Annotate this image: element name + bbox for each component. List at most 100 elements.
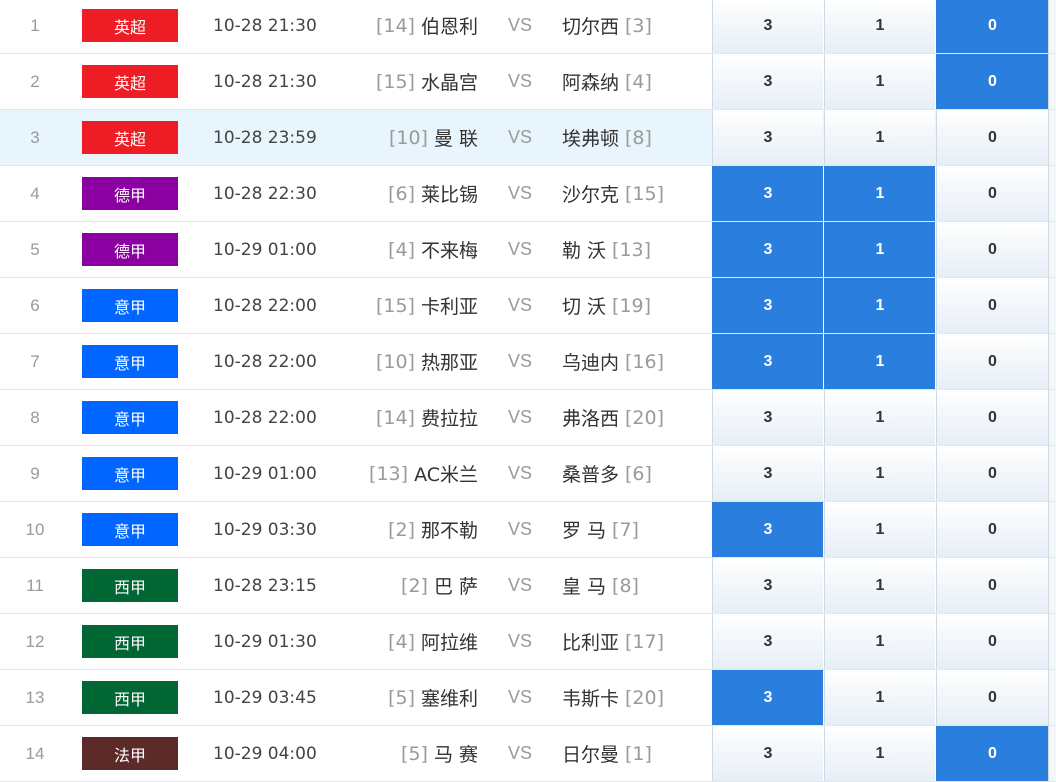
league-badge[interactable]: 英超 <box>82 65 178 98</box>
league-badge[interactable]: 意甲 <box>82 289 178 322</box>
league-badge[interactable]: 西甲 <box>82 625 178 658</box>
away-team-rank: [20] <box>625 686 665 709</box>
odds-draw-button[interactable]: 1 <box>824 110 935 165</box>
odds-draw-button[interactable]: 1 <box>824 54 935 109</box>
odds-win-button[interactable]: 3 <box>712 334 823 389</box>
home-team[interactable]: [4] 不来梅 <box>320 222 478 277</box>
odds-draw-button[interactable]: 1 <box>824 726 935 781</box>
home-team-name: 那不勒 <box>420 520 478 542</box>
away-team-rank: [17] <box>625 630 665 653</box>
away-team[interactable]: 切尔西 [3] <box>562 0 712 53</box>
odds-loss-button[interactable]: 0 <box>936 502 1048 557</box>
league-badge[interactable]: 意甲 <box>82 513 178 546</box>
league-badge[interactable]: 意甲 <box>82 457 178 490</box>
odds-win-button[interactable]: 3 <box>712 110 823 165</box>
odds-draw-button[interactable]: 1 <box>824 614 935 669</box>
home-team[interactable]: [6] 莱比锡 <box>320 166 478 221</box>
home-team[interactable]: [2] 巴 萨 <box>320 558 478 613</box>
league-cell: 德甲 <box>82 166 178 221</box>
home-team-rank: [13] <box>369 462 409 485</box>
home-team[interactable]: [15] 水晶宫 <box>320 54 478 109</box>
home-team[interactable]: [10] 曼 联 <box>320 110 478 165</box>
away-team[interactable]: 沙尔克 [15] <box>562 166 712 221</box>
league-badge[interactable]: 意甲 <box>82 401 178 434</box>
league-badge[interactable]: 西甲 <box>82 681 178 714</box>
odds-draw-button[interactable]: 1 <box>824 558 935 613</box>
odds-loss-button[interactable]: 0 <box>936 166 1048 221</box>
odds-win-button[interactable]: 3 <box>712 558 823 613</box>
odds-loss-button[interactable]: 0 <box>936 670 1048 725</box>
odds-loss-button[interactable]: 0 <box>936 726 1048 781</box>
odds-loss-button[interactable]: 0 <box>936 446 1048 501</box>
away-team-rank: [1] <box>625 742 652 765</box>
match-row: 4 德甲 10-28 22:30 [6] 莱比锡 VS 沙尔克 [15] 3 1… <box>0 166 1056 222</box>
league-badge[interactable]: 意甲 <box>82 345 178 378</box>
league-cell: 意甲 <box>82 502 178 557</box>
away-team[interactable]: 比利亚 [17] <box>562 614 712 669</box>
vs-label: VS <box>507 71 532 91</box>
away-team[interactable]: 乌迪内 [16] <box>562 334 712 389</box>
odds-win-button[interactable]: 3 <box>712 166 823 221</box>
away-team[interactable]: 桑普多 [6] <box>562 446 712 501</box>
odds-win-button[interactable]: 3 <box>712 54 823 109</box>
match-row: 9 意甲 10-29 01:00 [13] AC米兰 VS 桑普多 [6] 3 … <box>0 446 1056 502</box>
away-team[interactable]: 阿森纳 [4] <box>562 54 712 109</box>
home-team-name: 水晶宫 <box>420 72 478 94</box>
home-team[interactable]: [13] AC米兰 <box>320 446 478 501</box>
odds-draw-button[interactable]: 1 <box>824 222 935 277</box>
league-badge[interactable]: 德甲 <box>82 233 178 266</box>
row-edge <box>1048 0 1056 53</box>
league-badge[interactable]: 英超 <box>82 9 178 42</box>
away-team[interactable]: 韦斯卡 [20] <box>562 670 712 725</box>
away-team[interactable]: 皇 马 [8] <box>562 558 712 613</box>
odds-draw-button[interactable]: 1 <box>824 278 935 333</box>
odds-win-button[interactable]: 3 <box>712 222 823 277</box>
odds-loss-button[interactable]: 0 <box>936 278 1048 333</box>
home-team[interactable]: [14] 费拉拉 <box>320 390 478 445</box>
league-cell: 法甲 <box>82 726 178 781</box>
odds-loss-button[interactable]: 0 <box>936 0 1048 53</box>
odds-win-button[interactable]: 3 <box>712 614 823 669</box>
odds-draw-button[interactable]: 1 <box>824 390 935 445</box>
odds-win-button[interactable]: 3 <box>712 278 823 333</box>
home-team[interactable]: [2] 那不勒 <box>320 502 478 557</box>
match-index: 4 <box>30 183 40 203</box>
odds-loss-button[interactable]: 0 <box>936 222 1048 277</box>
odds-loss-button[interactable]: 0 <box>936 558 1048 613</box>
away-team[interactable]: 日尔曼 [1] <box>562 726 712 781</box>
odds-draw-button[interactable]: 1 <box>824 670 935 725</box>
odds-win-button[interactable]: 3 <box>712 390 823 445</box>
odds-win-button[interactable]: 3 <box>712 446 823 501</box>
odds-win-button[interactable]: 3 <box>712 726 823 781</box>
odds-loss-button[interactable]: 0 <box>936 614 1048 669</box>
odds-win-button[interactable]: 3 <box>712 502 823 557</box>
home-team[interactable]: [15] 卡利亚 <box>320 278 478 333</box>
odds-loss-button[interactable]: 0 <box>936 110 1048 165</box>
away-team[interactable]: 切 沃 [19] <box>562 278 712 333</box>
league-badge[interactable]: 法甲 <box>82 737 178 770</box>
home-team[interactable]: [5] 马 赛 <box>320 726 478 781</box>
away-team-rank: [7] <box>612 518 639 541</box>
odds-draw-button[interactable]: 1 <box>824 166 935 221</box>
odds-draw-button[interactable]: 1 <box>824 0 935 53</box>
match-row: 1 英超 10-28 21:30 [14] 伯恩利 VS 切尔西 [3] 3 1… <box>0 0 1056 54</box>
away-team[interactable]: 弗洛西 [20] <box>562 390 712 445</box>
away-team[interactable]: 罗 马 [7] <box>562 502 712 557</box>
away-team[interactable]: 勒 沃 [13] <box>562 222 712 277</box>
home-team[interactable]: [14] 伯恩利 <box>320 0 478 53</box>
odds-win-button[interactable]: 3 <box>712 0 823 53</box>
odds-draw-button[interactable]: 1 <box>824 446 935 501</box>
home-team[interactable]: [4] 阿拉维 <box>320 614 478 669</box>
odds-draw-button[interactable]: 1 <box>824 502 935 557</box>
odds-win-button[interactable]: 3 <box>712 670 823 725</box>
odds-loss-button[interactable]: 0 <box>936 334 1048 389</box>
away-team[interactable]: 埃弗顿 [8] <box>562 110 712 165</box>
odds-draw-button[interactable]: 1 <box>824 334 935 389</box>
odds-loss-button[interactable]: 0 <box>936 390 1048 445</box>
home-team[interactable]: [10] 热那亚 <box>320 334 478 389</box>
odds-loss-button[interactable]: 0 <box>936 54 1048 109</box>
league-badge[interactable]: 西甲 <box>82 569 178 602</box>
home-team[interactable]: [5] 塞维利 <box>320 670 478 725</box>
league-badge[interactable]: 英超 <box>82 121 178 154</box>
league-badge[interactable]: 德甲 <box>82 177 178 210</box>
